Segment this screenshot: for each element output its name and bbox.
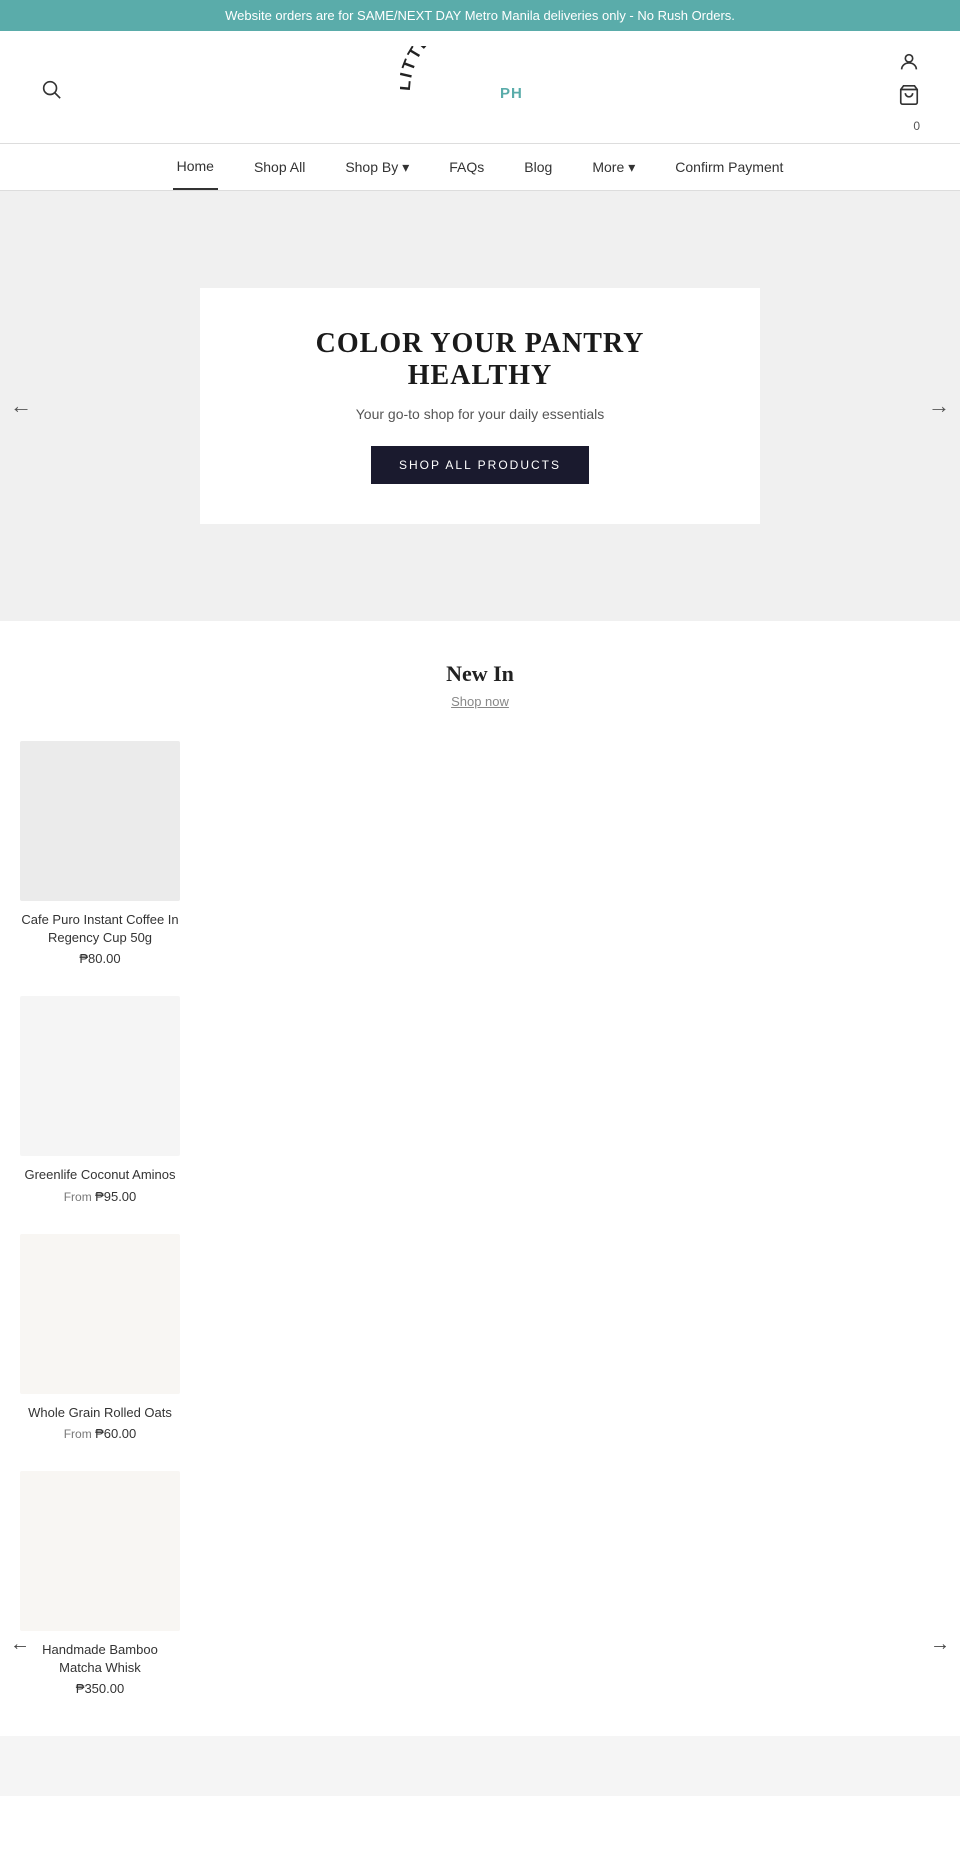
announcement-text: Website orders are for SAME/NEXT DAY Met… (225, 8, 735, 23)
nav-item-faqs[interactable]: FAQs (445, 144, 488, 190)
product-card[interactable]: Handmade Bamboo Matcha Whisk ₱350.00 (20, 1471, 180, 1696)
product-card[interactable]: Cafe Puro Instant Coffee In Regency Cup … (20, 741, 180, 966)
product-from-label: From (64, 1427, 95, 1441)
logo[interactable]: LITTLERETAIL PH (400, 46, 560, 101)
product-price: From ₱95.00 (20, 1189, 180, 1204)
hero-section: ← COLOR YOUR PANTRY HEALTHY Your go-to s… (0, 191, 960, 621)
header-top: LITTLERETAIL PH 0 (20, 41, 940, 133)
product-price: ₱350.00 (20, 1681, 180, 1696)
new-in-section: New In Shop now (0, 621, 960, 731)
hero-subtitle: Your go-to shop for your daily essential… (260, 406, 700, 422)
header-icons: 0 (898, 51, 920, 133)
product-image (20, 996, 180, 1156)
logo-arc: LITTLERETAIL PH (400, 46, 560, 101)
footer-spacer (0, 1736, 960, 1796)
product-name: Handmade Bamboo Matcha Whisk (20, 1641, 180, 1677)
hero-title: COLOR YOUR PANTRY HEALTHY (260, 328, 700, 392)
new-in-shop-now-link[interactable]: Shop now (451, 694, 509, 709)
svg-text:PH: PH (500, 85, 523, 101)
nav-item-more[interactable]: More ▾ (588, 144, 639, 190)
product-price: From ₱60.00 (20, 1426, 180, 1441)
product-list: Cafe Puro Instant Coffee In Regency Cup … (20, 741, 940, 1696)
announcement-bar: Website orders are for SAME/NEXT DAY Met… (0, 0, 960, 31)
nav-item-blog[interactable]: Blog (520, 144, 556, 190)
hero-content: COLOR YOUR PANTRY HEALTHY Your go-to sho… (200, 288, 760, 524)
product-card[interactable]: Greenlife Coconut Aminos From ₱95.00 (20, 996, 180, 1203)
nav-item-confirm-payment[interactable]: Confirm Payment (671, 144, 787, 190)
product-image (20, 741, 180, 901)
product-card[interactable]: Whole Grain Rolled Oats From ₱60.00 (20, 1234, 180, 1441)
chevron-down-icon-more: ▾ (628, 159, 635, 176)
search-icon[interactable] (40, 78, 62, 106)
products-section: Cafe Puro Instant Coffee In Regency Cup … (0, 731, 960, 1736)
product-from-label: From (64, 1190, 95, 1204)
chevron-down-icon: ▾ (402, 159, 409, 176)
product-name: Whole Grain Rolled Oats (20, 1404, 180, 1422)
new-in-title: New In (20, 661, 940, 687)
product-image (20, 1234, 180, 1394)
header: LITTLERETAIL PH 0 (0, 31, 960, 143)
nav-item-home[interactable]: Home (173, 144, 218, 190)
product-image (20, 1471, 180, 1631)
cart-icon[interactable] (898, 84, 920, 111)
hero-cta-button[interactable]: SHOP ALL PRODUCTS (371, 446, 589, 484)
cart-count: 0 (913, 119, 920, 133)
nav-item-shop-all[interactable]: Shop All (250, 144, 309, 190)
hero-carousel-right[interactable]: → (928, 393, 950, 419)
svg-text:LITTLERETAIL: LITTLERETAIL (400, 46, 516, 91)
hero-carousel-left[interactable]: ← (10, 393, 32, 419)
user-icon[interactable] (898, 51, 920, 78)
main-nav: Home Shop All Shop By ▾ FAQs Blog More ▾… (0, 143, 960, 191)
product-price: ₱80.00 (20, 951, 180, 966)
nav-item-shop-by[interactable]: Shop By ▾ (341, 144, 413, 190)
product-name: Cafe Puro Instant Coffee In Regency Cup … (20, 911, 180, 947)
products-carousel-right[interactable]: → (930, 1633, 950, 1656)
products-carousel-left[interactable]: ← (10, 1633, 30, 1656)
product-name: Greenlife Coconut Aminos (20, 1166, 180, 1184)
